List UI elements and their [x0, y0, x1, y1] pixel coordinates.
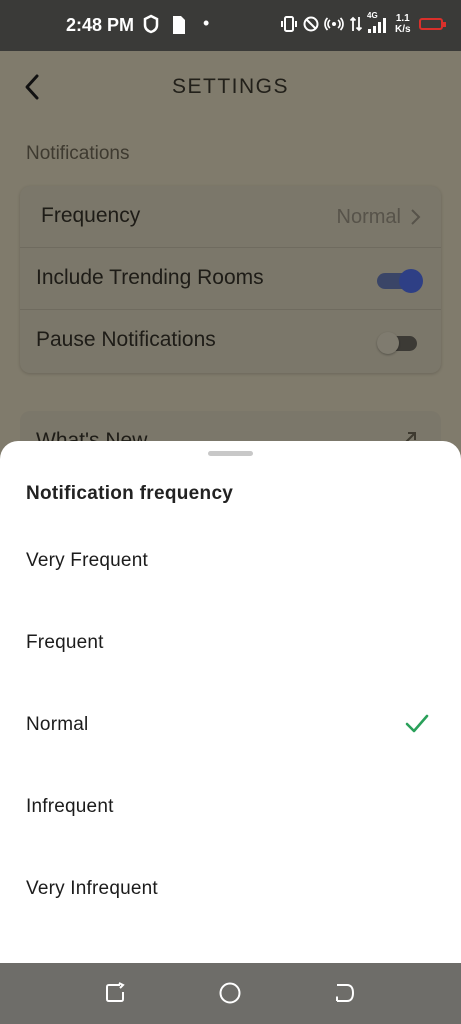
pause-notifications-toggle[interactable] [377, 330, 421, 354]
trending-rooms-label: Include Trending Rooms [36, 266, 264, 289]
trending-rooms-row: Include Trending Rooms [20, 248, 441, 310]
option-label: Frequent [26, 632, 104, 653]
status-bar: 2:48 PM • 4G 1.1 K/s [0, 0, 461, 51]
notifications-section-label: Notifications [26, 143, 130, 164]
drag-handle[interactable] [208, 451, 253, 456]
vibrate-icon [280, 14, 298, 36]
do-not-disturb-icon [302, 14, 320, 36]
option-very-frequent[interactable]: Very Frequent [0, 534, 461, 594]
system-nav-bar [0, 963, 461, 1024]
pause-notifications-label: Pause Notifications [36, 328, 216, 351]
sheet-title: Notification frequency [26, 483, 234, 504]
hotspot-icon [324, 14, 344, 36]
option-label: Normal [26, 714, 89, 735]
battery-icon [419, 18, 446, 30]
trending-rooms-toggle[interactable] [377, 268, 423, 293]
option-label: Very Infrequent [26, 878, 158, 899]
speed-unit: K/s [395, 24, 411, 35]
home-icon[interactable] [218, 981, 242, 1005]
network-speed: 1.1 K/s [395, 13, 411, 35]
speed-value: 1.1 [395, 13, 410, 24]
page-title: SETTINGS [171, 75, 289, 98]
recents-icon[interactable] [103, 981, 127, 1005]
frequency-label: Frequency [41, 204, 141, 227]
status-dot: • [203, 13, 210, 33]
chevron-right-icon [409, 208, 421, 226]
frequency-value: Normal [336, 206, 401, 228]
option-label: Infrequent [26, 796, 114, 817]
sim-card-icon [171, 14, 187, 36]
frequency-bottom-sheet: Notification frequency Very Frequent Fre… [0, 441, 461, 963]
status-time: 2:48 PM [66, 15, 135, 35]
option-label: Very Frequent [26, 550, 148, 571]
network-type: 4G [367, 11, 378, 20]
option-very-infrequent[interactable]: Very Infrequent [0, 862, 461, 922]
signal-icon: 4G [366, 11, 388, 33]
toggle-knob [377, 332, 399, 354]
notifications-card: Frequency Normal Include Trending Rooms … [20, 186, 441, 373]
shield-icon [143, 14, 159, 36]
data-arrows-icon [349, 14, 363, 36]
option-frequent[interactable]: Frequent [0, 616, 461, 676]
frequency-row[interactable]: Frequency Normal [20, 186, 441, 248]
pause-notifications-row: Pause Notifications [20, 310, 441, 372]
toggle-knob [399, 269, 423, 293]
option-infrequent[interactable]: Infrequent [0, 780, 461, 840]
option-normal[interactable]: Normal [0, 698, 461, 758]
back-icon[interactable] [333, 981, 357, 1005]
check-icon [404, 712, 430, 736]
